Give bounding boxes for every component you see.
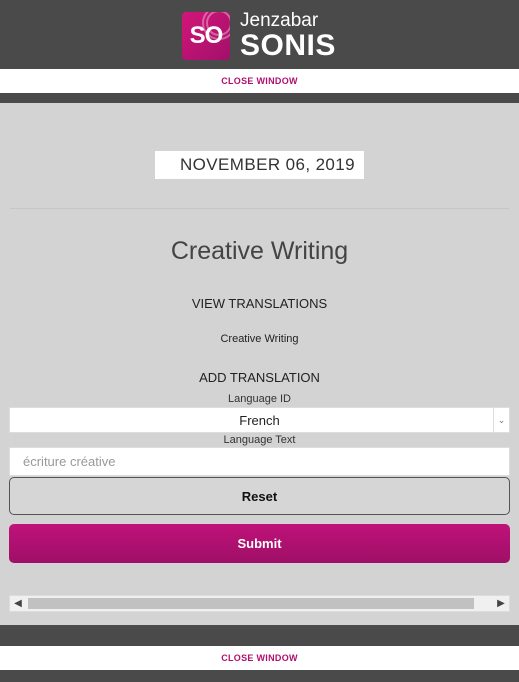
date-display: NOVEMBER 06, 2019	[155, 151, 364, 179]
close-window-bar-bottom: CLOSE WINDOW	[0, 646, 519, 670]
product-name: SONIS	[240, 29, 336, 62]
reset-button[interactable]: Reset	[9, 477, 510, 515]
add-translation-heading: ADD TRANSLATION	[199, 370, 320, 385]
scrollbar-thumb[interactable]	[28, 598, 474, 609]
close-window-bar-top: CLOSE WINDOW	[0, 69, 519, 93]
language-id-value: French	[239, 412, 280, 428]
submit-button[interactable]: Submit	[9, 524, 510, 563]
scroll-left-icon[interactable]: ◀	[10, 596, 26, 611]
close-window-link-bottom[interactable]: CLOSE WINDOW	[221, 653, 298, 663]
app-header: SO Jenzabar SONIS	[0, 0, 519, 69]
logo-mark: SO	[189, 22, 224, 49]
close-window-link-top[interactable]: CLOSE WINDOW	[221, 76, 298, 86]
language-id-label: Language ID	[228, 393, 291, 405]
divider-strip	[0, 93, 519, 103]
page-title: Creative Writing	[170, 237, 349, 265]
footer-strip-bottom	[0, 670, 519, 682]
sonis-logo-icon: SO	[182, 12, 230, 60]
language-text-input[interactable]: écriture créative	[9, 447, 510, 476]
section-divider	[10, 208, 509, 209]
horizontal-scrollbar[interactable]: ◀ ▶	[9, 595, 510, 612]
brand-name: Jenzabar	[240, 10, 319, 31]
language-text-value: écriture créative	[23, 454, 116, 469]
chevron-down-icon[interactable]: ⌄	[493, 408, 509, 432]
language-text-label: Language Text	[223, 434, 296, 446]
footer-strip	[0, 625, 519, 646]
view-translations-heading: VIEW TRANSLATIONS	[191, 296, 328, 311]
language-id-select[interactable]: French ⌄	[9, 407, 510, 433]
translation-list-item: Creative Writing	[220, 333, 299, 345]
scroll-right-icon[interactable]: ▶	[493, 596, 509, 611]
jenzabar-sonis-logo: SO Jenzabar SONIS	[182, 10, 336, 62]
main-panel: NOVEMBER 06, 2019 Creative Writing VIEW …	[0, 103, 519, 625]
